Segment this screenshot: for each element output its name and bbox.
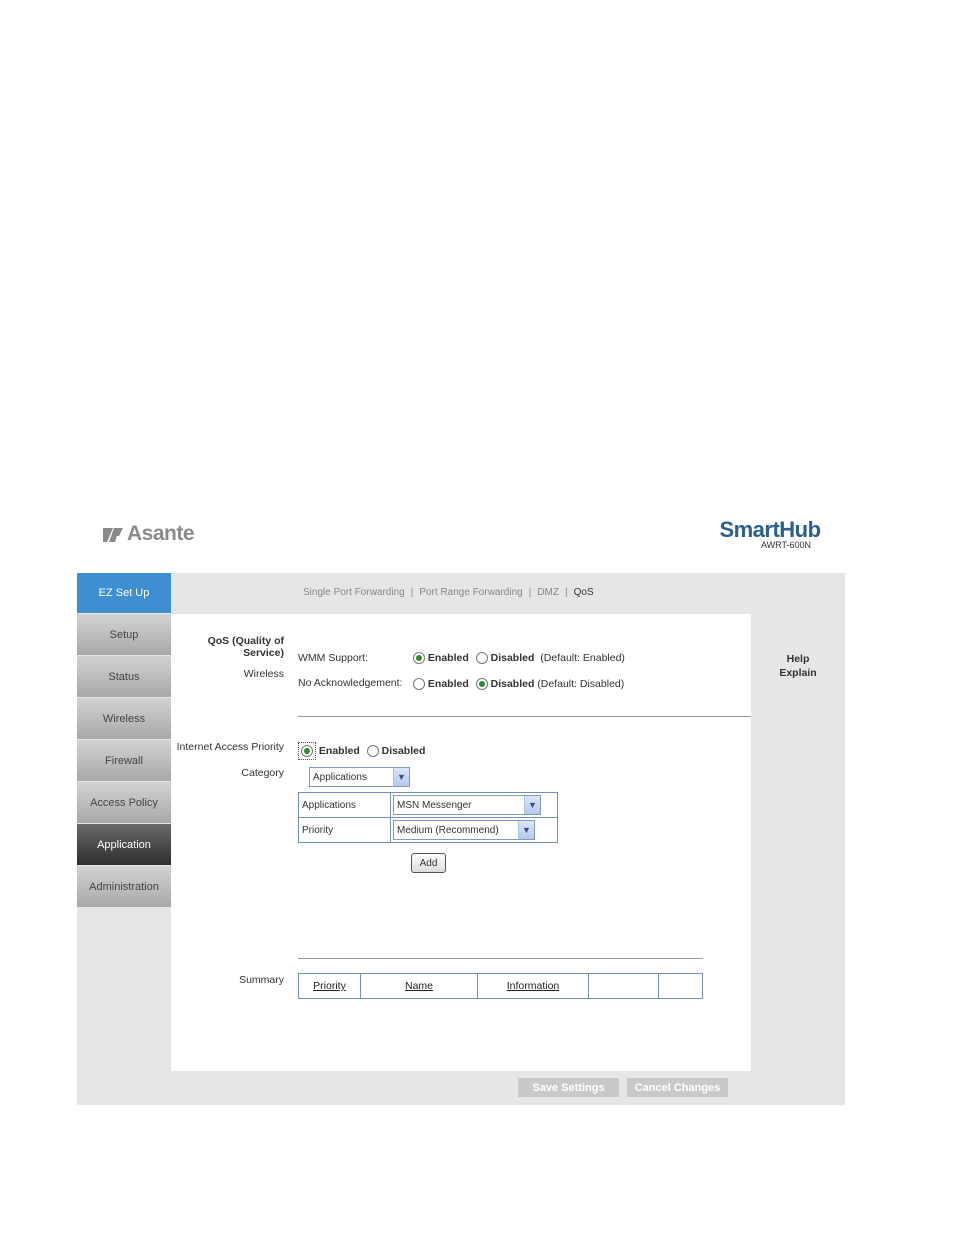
chevron-down-icon[interactable]: ▼ bbox=[518, 821, 534, 839]
sidebar-item-wireless[interactable]: Wireless bbox=[77, 698, 171, 739]
wmm-default-note: (Default: Enabled) bbox=[540, 652, 625, 664]
no-ack-disabled-label: Disabled bbox=[490, 678, 535, 690]
table-row: Applications MSN Messenger ▼ bbox=[298, 792, 558, 818]
help-panel: Help Explain bbox=[770, 652, 826, 680]
applications-select[interactable]: MSN Messenger ▼ bbox=[393, 795, 541, 815]
priority-enabled-focus bbox=[298, 742, 316, 760]
no-ack-enabled-radio[interactable] bbox=[413, 678, 425, 691]
wmm-support-options: Enabled Disabled (Default: Enabled) bbox=[413, 652, 625, 665]
category-select[interactable]: Applications ▼ bbox=[309, 767, 410, 787]
wmm-disabled-label: Disabled bbox=[490, 652, 535, 664]
summary-col-information: Information bbox=[477, 973, 589, 999]
qos-section-title: QoS (Quality of Service) bbox=[180, 635, 284, 659]
application-priority-table: Applications MSN Messenger ▼ Priority Me… bbox=[298, 792, 558, 843]
section-divider bbox=[298, 716, 751, 717]
subnav-single-port-forwarding[interactable]: Single Port Forwarding bbox=[303, 587, 405, 598]
priority-disabled-label: Disabled bbox=[381, 744, 426, 757]
wmm-disabled-radio[interactable] bbox=[475, 652, 488, 665]
subnav: Single Port Forwarding | Port Range Forwar… bbox=[303, 587, 594, 598]
summary-divider bbox=[298, 958, 703, 959]
applications-select-value: MSN Messenger bbox=[397, 799, 472, 811]
asante-logo-text: Asante bbox=[127, 522, 195, 545]
wmm-enabled-label: Enabled bbox=[427, 652, 469, 664]
asante-logo: Asante bbox=[103, 520, 213, 548]
no-ack-default-note: (Default: Disabled) bbox=[537, 678, 625, 690]
no-ack-options: Enabled Disabled (Default: Disabled) bbox=[413, 678, 625, 691]
summary-col-information-link[interactable]: Information bbox=[507, 980, 560, 992]
sidebar-item-ez-setup[interactable]: EZ Set Up bbox=[77, 573, 171, 613]
help-title: Help bbox=[786, 653, 810, 665]
table-header-row: Priority Name Information bbox=[298, 973, 703, 999]
summary-col-priority: Priority bbox=[298, 973, 361, 999]
chevron-down-icon[interactable]: ▼ bbox=[524, 796, 540, 814]
priority-options: Enabled Disabled bbox=[298, 742, 425, 760]
no-ack-enabled-label: Enabled bbox=[427, 678, 469, 690]
summary-label: Summary bbox=[239, 974, 284, 986]
qos-title-line2: Service) bbox=[243, 647, 284, 659]
priority-enabled-radio[interactable] bbox=[301, 745, 313, 757]
no-ack-disabled-radio[interactable] bbox=[475, 678, 488, 691]
sidebar-item-application[interactable]: Application bbox=[77, 824, 171, 865]
help-explain: Explain bbox=[779, 667, 817, 679]
summary-table: Priority Name Information bbox=[298, 973, 703, 999]
priority-disabled-radio[interactable] bbox=[366, 745, 379, 757]
sidebar-item-setup[interactable]: Setup bbox=[77, 614, 171, 655]
summary-col-empty-2 bbox=[658, 973, 703, 999]
applications-label: Applications bbox=[298, 792, 391, 818]
applications-cell: MSN Messenger ▼ bbox=[390, 792, 558, 818]
save-settings-button[interactable]: Save Settings bbox=[518, 1078, 619, 1097]
priority-cell: Medium (Recommend) ▼ bbox=[390, 817, 558, 843]
qos-title-line1: QoS (Quality of bbox=[207, 635, 284, 647]
summary-col-name: Name bbox=[360, 973, 478, 999]
subnav-separator: | bbox=[565, 587, 568, 598]
wmm-support-label: WMM Support: bbox=[298, 652, 369, 664]
sidebar-item-administration[interactable]: Administration bbox=[77, 866, 171, 907]
summary-col-empty-1 bbox=[588, 973, 659, 999]
priority-select[interactable]: Medium (Recommend) ▼ bbox=[393, 820, 535, 840]
subnav-port-range-forwarding[interactable]: Port Range Forwarding bbox=[419, 587, 522, 598]
sidebar-item-status[interactable]: Status bbox=[77, 656, 171, 697]
priority-label: Priority bbox=[298, 817, 391, 843]
cancel-changes-button[interactable]: Cancel Changes bbox=[627, 1078, 728, 1097]
subnav-qos[interactable]: QoS bbox=[574, 587, 594, 598]
summary-col-priority-link[interactable]: Priority bbox=[313, 980, 346, 992]
wmm-enabled-radio[interactable] bbox=[413, 652, 425, 665]
sidebar-item-firewall[interactable]: Firewall bbox=[77, 740, 171, 781]
asante-logo-icon bbox=[103, 528, 123, 542]
category-label: Category bbox=[241, 767, 284, 779]
priority-select-value: Medium (Recommend) bbox=[397, 824, 499, 836]
priority-enabled-label: Enabled bbox=[318, 744, 360, 757]
chevron-down-icon[interactable]: ▼ bbox=[393, 768, 409, 786]
sidebar: EZ Set Up Setup Status Wireless Firewall… bbox=[77, 573, 171, 908]
internet-access-priority-label: Internet Access Priority bbox=[176, 741, 284, 753]
subnav-separator: | bbox=[528, 587, 532, 598]
subnav-dmz[interactable]: DMZ bbox=[537, 587, 559, 598]
product-name: SmartHub bbox=[719, 517, 821, 542]
table-row: Priority Medium (Recommend) ▼ bbox=[298, 817, 558, 843]
no-ack-label: No Acknowledgement: bbox=[298, 677, 403, 689]
sidebar-item-access-policy[interactable]: Access Policy bbox=[77, 782, 171, 823]
smarthub-logo: SmartHub AWRT-600N bbox=[715, 517, 825, 551]
wireless-label: Wireless bbox=[243, 668, 284, 680]
category-select-value: Applications bbox=[313, 771, 367, 783]
add-button[interactable]: Add bbox=[411, 853, 446, 873]
subnav-separator: | bbox=[410, 587, 414, 598]
summary-col-name-link[interactable]: Name bbox=[405, 980, 433, 992]
